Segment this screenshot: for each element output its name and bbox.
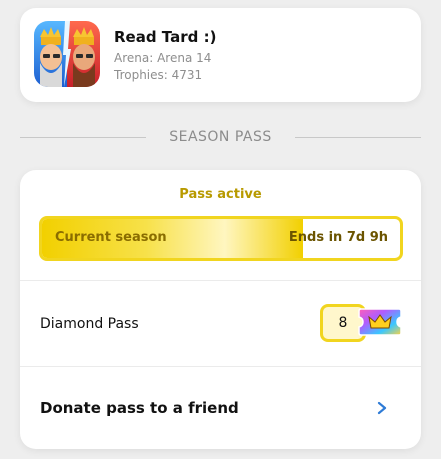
clash-royale-app-icon: [34, 21, 100, 87]
player-profile-card: Read Tard :) Arena: Arena 14 Trophies: 4…: [20, 8, 421, 102]
current-season-label: Current season: [55, 230, 167, 245]
season-pass-card: Pass active Current season Ends in 7d 9h…: [20, 170, 421, 449]
pass-status: Pass active: [179, 187, 262, 202]
row-divider: [20, 280, 421, 281]
player-arena: Arena: Arena 14: [114, 51, 212, 65]
divider-line-right: [295, 137, 421, 138]
diamond-pass-label: Diamond Pass: [40, 316, 139, 332]
player-name: Read Tard :): [114, 28, 217, 46]
donate-pass-button[interactable]: Donate pass to a friend: [40, 399, 239, 417]
season-ends-label: Ends in 7d 9h: [288, 230, 388, 245]
player-trophies: Trophies: 4731: [114, 68, 203, 82]
row-divider: [20, 366, 421, 367]
season-progress-bar: Current season Ends in 7d 9h: [39, 216, 403, 261]
section-divider: SEASON PASS: [20, 128, 421, 148]
diamond-pass-ticket-icon: [357, 306, 403, 338]
chevron-right-icon[interactable]: [375, 398, 389, 418]
